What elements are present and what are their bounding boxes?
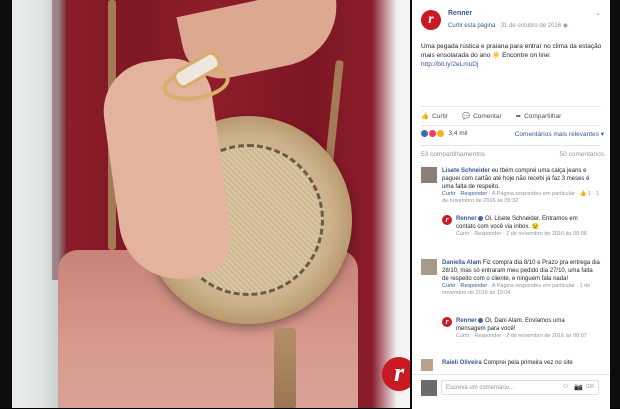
- like-reaction-icon[interactable]: [421, 130, 428, 137]
- like-label: Curtir: [432, 112, 448, 120]
- commenter-avatar[interactable]: [421, 359, 433, 371]
- comment-item: Daniella Alam Fiz compra dia 8/10 e Praz…: [421, 259, 601, 317]
- comment-button[interactable]: 💬 Comentar: [462, 110, 502, 122]
- share-label: Compartilhar: [524, 112, 562, 120]
- commenter-name[interactable]: Lisete Schneider: [442, 168, 490, 174]
- engagement-counts: 53 compartilhamentos 50 comentários: [421, 151, 604, 158]
- emoji-icon[interactable]: ☺: [562, 383, 569, 390]
- globe-icon: ◉: [562, 23, 569, 29]
- thumbs-up-icon: 👍: [421, 113, 430, 120]
- post-text-body: Uma pegada rústica e praiana para entrar…: [421, 43, 602, 59]
- share-icon: ➦: [515, 113, 522, 120]
- viewer-scrollbar[interactable]: [610, 0, 620, 408]
- photo-tassel: [274, 328, 296, 408]
- commenter-name[interactable]: Raieli Oliveira: [442, 360, 482, 366]
- comment-like-link[interactable]: Curtir: [442, 283, 455, 289]
- commenter-avatar[interactable]: [421, 167, 437, 183]
- page-name-link[interactable]: Renner: [448, 10, 472, 17]
- page-avatar[interactable]: r: [421, 10, 441, 30]
- reply-author[interactable]: Renner: [456, 216, 477, 222]
- post-actions-bar: 👍 Curtir 💬 Comentar ➦ Compartilhar: [421, 110, 604, 122]
- comment-icon: 💬: [461, 113, 471, 120]
- comment-like-link[interactable]: Curtir: [442, 191, 455, 197]
- shares-count[interactable]: 53 compartilhamentos: [421, 151, 485, 158]
- like-page-link[interactable]: Curtir esta página: [448, 23, 495, 29]
- divider: [421, 145, 601, 146]
- comment-reply-link[interactable]: Responder: [460, 283, 487, 289]
- comments-list: Lisete Schneider eu tbém comprei uma cal…: [412, 167, 610, 373]
- reply-avatar[interactable]: r: [442, 215, 452, 225]
- post-link[interactable]: http://bit.ly/2eLmuDj: [421, 61, 478, 68]
- divider: [421, 125, 601, 126]
- commenter-name[interactable]: Daniella Alam: [442, 260, 481, 266]
- reply-meta[interactable]: Curtir · Responder · 2 de novembro de 20…: [456, 333, 592, 340]
- post-side-panel: r Renner Curtir esta página · 31 de outu…: [412, 0, 610, 408]
- comment-text: Comprei pela primeira vez no site: [481, 360, 573, 366]
- comment-label: Comentar: [473, 112, 502, 120]
- comment-item: Raieli Oliveira Comprei pela primeira ve…: [421, 359, 601, 373]
- reactions-row: 3,4 mil Comentários mais relevantes ▾: [421, 130, 604, 140]
- reply-author[interactable]: Renner: [456, 318, 477, 324]
- post-photo[interactable]: r: [12, 0, 410, 408]
- reply-avatar[interactable]: r: [442, 317, 452, 327]
- user-avatar[interactable]: [421, 380, 437, 396]
- comment-item: Lisete Schneider eu tbém comprei uma cal…: [421, 167, 601, 215]
- love-reaction-icon[interactable]: [428, 130, 436, 137]
- post-options-chevron-icon[interactable]: ⌄: [595, 9, 601, 17]
- post-text: Uma pegada rústica e praiana para entrar…: [421, 42, 604, 69]
- renner-watermark-logo: r: [382, 357, 410, 391]
- like-button[interactable]: 👍 Curtir: [421, 110, 448, 122]
- divider: [421, 106, 601, 107]
- camera-icon[interactable]: 📷: [574, 383, 583, 391]
- comment-reply-link[interactable]: Responder: [460, 191, 487, 197]
- reply-meta[interactable]: Curtir · Responder · 2 de novembro de 20…: [456, 231, 592, 238]
- photo-shirt-shadow: [52, 0, 68, 280]
- post-date[interactable]: 31 de outubro de 2016: [501, 23, 561, 29]
- reaction-count[interactable]: 3,4 mil: [448, 130, 467, 137]
- reply-item: r Renner Oi, Dani Alam. Enviamos uma men…: [442, 317, 592, 353]
- sort-comments-dropdown[interactable]: Comentários mais relevantes ▾: [515, 130, 604, 138]
- post-meta: Curtir esta página · 31 de outubro de 20…: [448, 22, 568, 29]
- sort-comments-label: Comentários mais relevantes: [514, 131, 599, 138]
- post-header: r Renner Curtir esta página · 31 de outu…: [412, 0, 610, 38]
- comment-composer: Escreva um comentário... ☺ 📷 GIF: [412, 374, 610, 409]
- commenter-avatar[interactable]: [421, 259, 437, 275]
- comments-count[interactable]: 50 comentários: [560, 151, 604, 158]
- reply-item: r Renner Oi, Lisete Schneider. Entramos …: [442, 215, 592, 251]
- wow-reaction-icon[interactable]: [436, 130, 444, 137]
- share-button[interactable]: ➦ Compartilhar: [516, 110, 562, 122]
- gif-icon[interactable]: GIF: [586, 384, 594, 390]
